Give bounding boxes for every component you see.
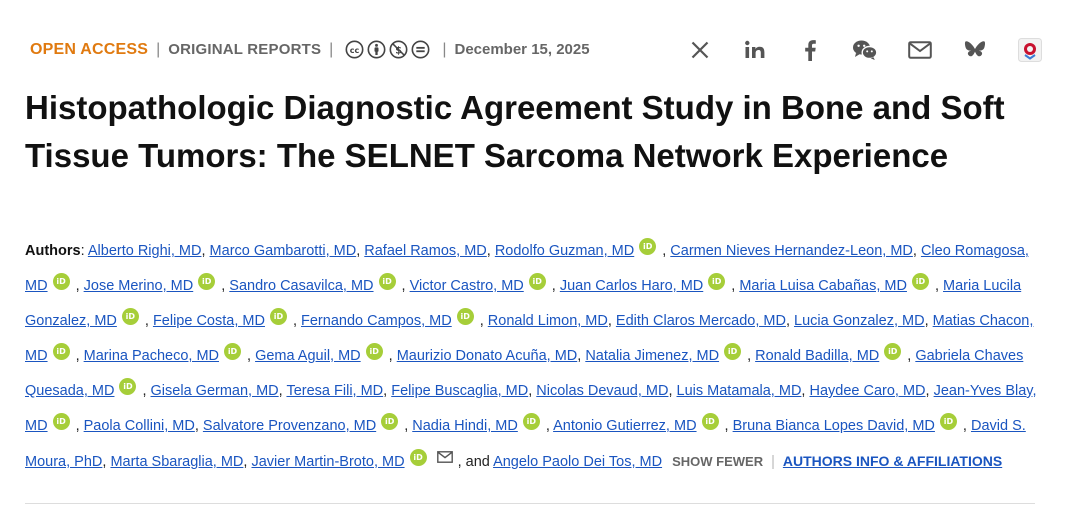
author-link[interactable]: Marta Sbaraglia, MD xyxy=(110,454,243,470)
meta-separator: | xyxy=(442,40,447,58)
author-link[interactable]: Maria Luisa Cabañas, MD xyxy=(739,278,907,294)
author-link[interactable]: Nadia Hindi, MD xyxy=(412,418,518,434)
linkedin-icon[interactable] xyxy=(742,38,768,62)
author-link[interactable]: Alberto Righi, MD xyxy=(88,243,202,259)
author-link[interactable]: Nicolas Devaud, MD xyxy=(536,383,668,399)
article-title: Histopathologic Diagnostic Agreement Stu… xyxy=(25,89,1005,174)
authors-list: Authors: Alberto Righi, MD, Marco Gambar… xyxy=(25,234,1040,480)
author-link[interactable]: Sandro Casavilca, MD xyxy=(229,278,373,294)
wechat-icon[interactable] xyxy=(852,38,878,62)
author-link[interactable]: Jose Merino, MD xyxy=(84,278,194,294)
article-meta-bar: OPEN ACCESS | ORIGINAL REPORTS | cc $ | … xyxy=(30,38,1043,62)
orcid-icon[interactable]: iD xyxy=(911,273,929,290)
author-link[interactable]: Haydee Caro, MD xyxy=(809,383,925,399)
noncommercial-icon: $ xyxy=(389,40,408,59)
author-link[interactable]: Salvatore Provenzano, MD xyxy=(203,418,376,434)
author-link[interactable]: Marina Pacheco, MD xyxy=(84,348,219,364)
orcid-icon[interactable]: iD xyxy=(224,343,242,360)
author-link[interactable]: Rodolfo Guzman, MD xyxy=(495,243,634,259)
orcid-icon[interactable]: iD xyxy=(381,413,399,430)
creative-commons-icon: cc xyxy=(345,40,364,59)
orcid-icon[interactable]: iD xyxy=(52,343,70,360)
orcid-icon[interactable]: iD xyxy=(528,273,546,290)
meta-separator: | xyxy=(156,40,161,58)
license-icons[interactable]: cc $ xyxy=(345,40,430,59)
publication-date: December 15, 2025 xyxy=(454,41,590,58)
orcid-icon[interactable]: iD xyxy=(701,413,719,430)
article-meta: OPEN ACCESS | ORIGINAL REPORTS | cc $ | … xyxy=(30,40,590,59)
orcid-icon[interactable]: iD xyxy=(378,273,396,290)
author-link[interactable]: Juan Carlos Haro, MD xyxy=(560,278,703,294)
author-link[interactable]: Fernando Campos, MD xyxy=(301,313,452,329)
author-link[interactable]: Antonio Gutierrez, MD xyxy=(553,418,696,434)
orcid-icon[interactable]: iD xyxy=(409,449,427,466)
show-fewer-button[interactable]: SHOW FEWER xyxy=(672,454,763,469)
and-conjunction: and xyxy=(465,454,490,470)
orcid-icon[interactable]: iD xyxy=(884,343,902,360)
orcid-icon[interactable]: iD xyxy=(939,413,957,430)
author-link[interactable]: Felipe Costa, MD xyxy=(153,313,265,329)
orcid-icon[interactable]: iD xyxy=(365,343,383,360)
author-link[interactable]: Gema Aguil, MD xyxy=(255,348,361,364)
author-link[interactable]: Maurizio Donato Acuña, MD xyxy=(397,348,578,364)
author-link[interactable]: Paola Collini, MD xyxy=(84,418,195,434)
authors-info-link[interactable]: AUTHORS INFO & AFFILIATIONS xyxy=(783,453,1002,469)
orcid-icon[interactable]: iD xyxy=(52,273,70,290)
author-link[interactable]: Marco Gambarotti, MD xyxy=(210,243,357,259)
article-type: ORIGINAL REPORTS xyxy=(168,41,322,58)
open-access-badge: OPEN ACCESS xyxy=(30,40,149,58)
author-link[interactable]: Carmen Nieves Hernandez-Leon, MD xyxy=(670,243,913,259)
attribution-icon xyxy=(367,40,386,59)
author-link[interactable]: Bruna Bianca Lopes David, MD xyxy=(733,418,935,434)
author-link[interactable]: Rafael Ramos, MD xyxy=(364,243,486,259)
author-link[interactable]: Ronald Badilla, MD xyxy=(755,348,879,364)
facebook-icon[interactable] xyxy=(797,38,823,62)
orcid-icon[interactable]: iD xyxy=(121,308,139,325)
author-link[interactable]: Edith Claros Mercado, MD xyxy=(616,313,786,329)
share-toolbar xyxy=(658,38,1043,62)
author-link[interactable]: Ronald Limon, MD xyxy=(488,313,608,329)
correspondence-email-icon[interactable] xyxy=(436,451,453,463)
author-link[interactable]: Teresa Fili, MD xyxy=(286,383,383,399)
bluesky-icon[interactable] xyxy=(962,38,988,62)
orcid-icon[interactable]: iD xyxy=(708,273,726,290)
author-link[interactable]: Felipe Buscaglia, MD xyxy=(391,383,528,399)
x-icon[interactable] xyxy=(687,38,713,62)
author-link[interactable]: Lucia Gonzalez, MD xyxy=(794,313,925,329)
orcid-icon[interactable]: iD xyxy=(522,413,540,430)
author-link[interactable]: Luis Matamala, MD xyxy=(677,383,802,399)
mendeley-icon[interactable] xyxy=(1017,38,1043,62)
noderivatives-icon xyxy=(411,40,430,59)
orcid-icon[interactable]: iD xyxy=(269,308,287,325)
orcid-icon[interactable]: iD xyxy=(639,238,657,255)
email-icon[interactable] xyxy=(907,38,933,62)
author-link[interactable]: Javier Martin-Broto, MD xyxy=(251,454,404,470)
divider xyxy=(25,503,1035,504)
author-link[interactable]: Natalia Jimenez, MD xyxy=(585,348,719,364)
orcid-icon[interactable]: iD xyxy=(456,308,474,325)
author-link[interactable]: Gisela German, MD xyxy=(151,383,279,399)
authors-label: Authors xyxy=(25,243,81,259)
svg-text:cc: cc xyxy=(350,46,360,55)
separator: | xyxy=(771,454,775,470)
meta-separator: | xyxy=(329,40,334,58)
author-link[interactable]: Victor Castro, MD xyxy=(410,278,524,294)
author-link[interactable]: Angelo Paolo Dei Tos, MD xyxy=(493,454,662,470)
orcid-icon[interactable]: iD xyxy=(198,273,216,290)
orcid-icon[interactable]: iD xyxy=(52,413,70,430)
orcid-icon[interactable]: iD xyxy=(119,378,137,395)
orcid-icon[interactable]: iD xyxy=(724,343,742,360)
